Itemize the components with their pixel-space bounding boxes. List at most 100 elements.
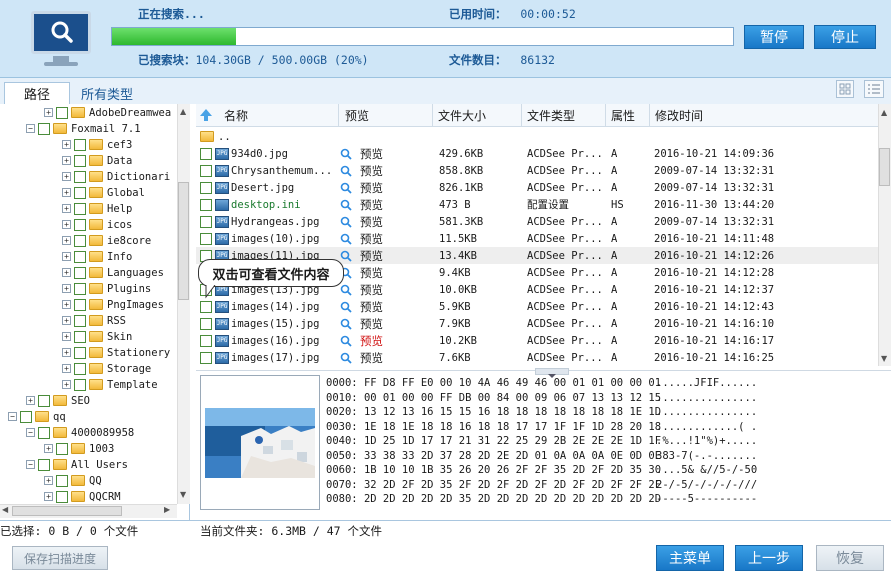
tree-checkbox[interactable] xyxy=(74,250,86,263)
expand-toggle-icon[interactable]: − xyxy=(8,412,17,421)
preview-link[interactable]: 预览 xyxy=(360,265,383,281)
file-row[interactable]: JPG Chrysanthemum... 预览 858.8KB ACDSee Pr...… xyxy=(196,162,878,179)
file-row[interactable]: desktop.ini 预览 473 B 配置设置 HS 2016-11-30 13:44… xyxy=(196,196,878,213)
parent-folder-row[interactable]: .. xyxy=(196,128,878,145)
list-scroll-up-icon[interactable]: ▲ xyxy=(881,108,887,117)
expand-toggle-icon[interactable]: + xyxy=(62,316,71,325)
tree-node[interactable]: − All Users xyxy=(26,457,128,472)
tree-node[interactable]: + Data xyxy=(62,153,132,168)
expand-toggle-icon[interactable]: + xyxy=(62,156,71,165)
tree-checkbox[interactable] xyxy=(56,474,68,487)
expand-toggle-icon[interactable]: + xyxy=(26,396,35,405)
tree-node[interactable]: + RSS xyxy=(62,313,126,328)
file-checkbox[interactable] xyxy=(200,334,212,347)
tree-checkbox[interactable] xyxy=(56,490,68,503)
tree-checkbox[interactable] xyxy=(56,442,68,455)
tree-node[interactable]: + Languages xyxy=(62,265,164,280)
tree-node[interactable]: + Skin xyxy=(62,329,132,344)
file-row[interactable]: JPG images(16).jpg 预览 10.2KB ACDSee Pr... A 20… xyxy=(196,332,878,349)
scroll-right-icon[interactable]: ▶ xyxy=(164,505,170,514)
tree-node[interactable]: +1003 xyxy=(44,441,114,456)
tree-checkbox[interactable] xyxy=(74,234,86,247)
file-row[interactable]: JPG 934d0.jpg 预览 429.6KB ACDSee Pr... A 2016-1… xyxy=(196,145,878,162)
tree-node[interactable]: + Dictionari xyxy=(62,169,170,184)
tree-checkbox[interactable] xyxy=(74,266,86,279)
expand-toggle-icon[interactable]: + xyxy=(44,444,53,453)
preview-link[interactable]: 预览 xyxy=(360,316,383,332)
tree-checkbox[interactable] xyxy=(74,378,86,391)
tree-node[interactable]: + Storage xyxy=(62,361,151,376)
tree-node[interactable]: + PngImages xyxy=(62,297,164,312)
tree-checkbox[interactable] xyxy=(74,282,86,295)
expand-toggle-icon[interactable]: + xyxy=(62,220,71,229)
preview-magnifier-icon[interactable] xyxy=(340,165,352,177)
file-row[interactable]: JPG images(17).jpg 预览 7.6KB ACDSee Pr... A 201… xyxy=(196,349,878,366)
list-scroll-thumb[interactable] xyxy=(879,148,890,186)
column-name[interactable]: 名称 xyxy=(220,104,339,127)
tab-path[interactable]: 路径 xyxy=(4,82,70,104)
expand-toggle-icon[interactable]: + xyxy=(62,348,71,357)
tree-node[interactable]: − Foxmail 7.1 xyxy=(26,121,141,136)
tree-hscroll-thumb[interactable] xyxy=(12,506,122,516)
tree-checkbox[interactable] xyxy=(74,202,86,215)
column-modified-time[interactable]: 修改时间 xyxy=(651,104,778,127)
tree-checkbox[interactable] xyxy=(38,426,50,439)
preview-magnifier-icon[interactable] xyxy=(340,318,352,330)
file-row[interactable]: JPG Desert.jpg 预览 826.1KB ACDSee Pr... A 2009-… xyxy=(196,179,878,196)
tree-vertical-scrollbar[interactable] xyxy=(177,104,190,504)
scroll-up-icon[interactable]: ▲ xyxy=(180,107,186,116)
expand-toggle-icon[interactable]: + xyxy=(62,300,71,309)
tree-node[interactable]: + Info xyxy=(62,249,132,264)
preview-magnifier-icon[interactable] xyxy=(340,352,352,364)
pause-button[interactable]: 暂停 xyxy=(744,25,804,49)
main-menu-button[interactable]: 主菜单 xyxy=(656,545,724,571)
tree-node[interactable]: − 4000089958 xyxy=(26,425,134,440)
expand-toggle-icon[interactable]: + xyxy=(62,380,71,389)
preview-link[interactable]: 预览 xyxy=(360,299,383,315)
expand-toggle-icon[interactable]: + xyxy=(62,284,71,293)
preview-link[interactable]: 预览 xyxy=(360,146,383,162)
preview-link[interactable]: 预览 xyxy=(360,282,383,298)
preview-magnifier-icon[interactable] xyxy=(340,233,352,245)
preview-link[interactable]: 预览 xyxy=(360,248,383,264)
file-row[interactable]: JPG images(14).jpg 预览 5.9KB ACDSee Pr... A 201… xyxy=(196,298,878,315)
stop-button[interactable]: 停止 xyxy=(814,25,876,49)
scroll-left-icon[interactable]: ◀ xyxy=(2,505,8,514)
grid-view-icon[interactable] xyxy=(836,80,854,98)
preview-magnifier-icon[interactable] xyxy=(340,284,352,296)
tree-node[interactable]: + QQCRM xyxy=(44,489,121,504)
tree-checkbox[interactable] xyxy=(74,314,86,327)
panel-collapse-handle[interactable] xyxy=(535,368,569,378)
tree-node[interactable]: + Global xyxy=(62,185,145,200)
tree-checkbox[interactable] xyxy=(74,346,86,359)
preview-link[interactable]: 预览 xyxy=(360,333,383,349)
column-attributes[interactable]: 属性 xyxy=(607,104,650,127)
tree-checkbox[interactable] xyxy=(74,154,86,167)
tree-node[interactable]: + ie8core xyxy=(62,233,151,248)
file-checkbox[interactable] xyxy=(200,215,212,228)
file-checkbox[interactable] xyxy=(200,164,212,177)
expand-toggle-icon[interactable]: + xyxy=(62,204,71,213)
expand-toggle-icon[interactable]: + xyxy=(44,492,53,501)
recover-button[interactable]: 恢复 xyxy=(816,545,884,571)
preview-magnifier-icon[interactable] xyxy=(340,148,352,160)
tree-checkbox[interactable] xyxy=(38,122,50,135)
list-view-icon[interactable] xyxy=(864,80,884,98)
tree-checkbox[interactable] xyxy=(74,218,86,231)
tree-node[interactable]: + cef3 xyxy=(62,137,132,152)
preview-magnifier-icon[interactable] xyxy=(340,182,352,194)
tree-checkbox[interactable] xyxy=(74,138,86,151)
tree-checkbox[interactable] xyxy=(20,410,32,423)
preview-magnifier-icon[interactable] xyxy=(340,216,352,228)
preview-magnifier-icon[interactable] xyxy=(340,301,352,313)
expand-toggle-icon[interactable]: + xyxy=(62,140,71,149)
file-checkbox[interactable] xyxy=(200,181,212,194)
preview-magnifier-icon[interactable] xyxy=(340,250,352,262)
expand-toggle-icon[interactable]: + xyxy=(62,268,71,277)
tree-checkbox[interactable] xyxy=(38,394,50,407)
column-type[interactable]: 文件类型 xyxy=(523,104,606,127)
file-row[interactable]: JPG images(10).jpg 预览 11.5KB ACDSee Pr... A 20… xyxy=(196,230,878,247)
file-checkbox[interactable] xyxy=(200,232,212,245)
up-arrow-icon[interactable] xyxy=(199,108,213,122)
file-checkbox[interactable] xyxy=(200,147,212,160)
